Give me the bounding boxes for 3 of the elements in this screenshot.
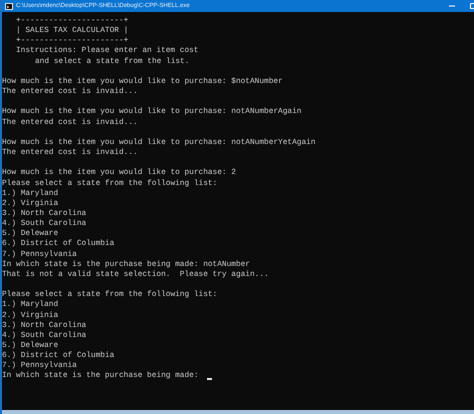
console-icon [5, 2, 13, 10]
minimize-icon[interactable] [449, 5, 455, 7]
maximize-icon[interactable] [470, 3, 474, 9]
